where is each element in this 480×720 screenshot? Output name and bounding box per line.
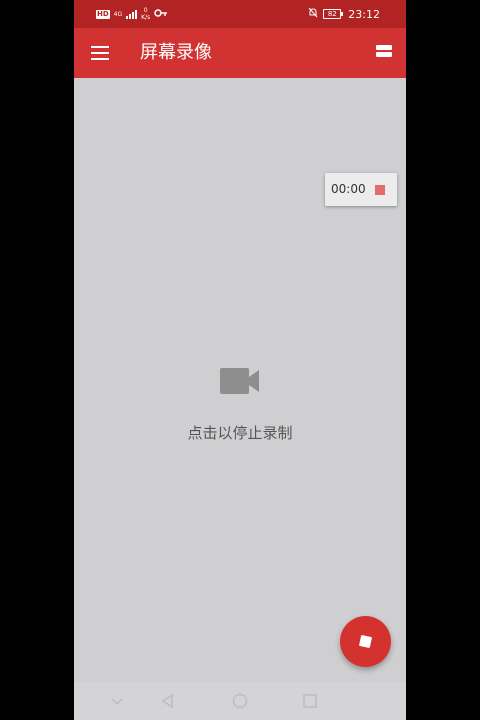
signal-strength-icon xyxy=(126,9,138,19)
nav-recents-button[interactable] xyxy=(301,692,319,710)
chevron-down-icon xyxy=(111,698,123,706)
status-right-group: 82 23:12 xyxy=(308,6,380,22)
floating-timer[interactable]: 00:00 xyxy=(325,173,397,206)
back-triangle-icon xyxy=(161,693,173,709)
battery-tip xyxy=(341,12,344,16)
net-speed-value: 0 xyxy=(143,7,148,14)
layout-toggle-icon xyxy=(376,45,392,50)
nav-hide-button[interactable] xyxy=(108,692,126,710)
home-circle-icon xyxy=(232,693,248,709)
nav-back-button[interactable] xyxy=(159,692,177,710)
video-camera-icon xyxy=(220,368,260,394)
hamburger-menu-icon xyxy=(91,46,109,48)
layout-toggle-icon-bottom xyxy=(376,52,392,57)
mute-bell-icon xyxy=(308,7,318,21)
battery-level: 82 xyxy=(323,9,342,19)
app-bar: 屏幕录像 xyxy=(74,28,406,78)
recents-square-icon xyxy=(303,694,317,708)
layout-toggle-button[interactable] xyxy=(376,45,392,59)
hamburger-menu-icon-line xyxy=(91,52,109,54)
navigation-bar xyxy=(74,682,406,720)
timer-elapsed: 00:00 xyxy=(331,182,366,196)
key-icon xyxy=(154,8,168,21)
hamburger-menu-icon-line xyxy=(91,58,109,60)
hd-badge: HD xyxy=(96,9,110,19)
battery-icon: 82 xyxy=(323,9,344,19)
stop-recording-hint[interactable]: 点击以停止录制 xyxy=(74,423,406,443)
menu-button[interactable] xyxy=(88,41,112,65)
net-speed: 0 K/s xyxy=(141,7,150,21)
app-title: 屏幕录像 xyxy=(140,42,212,63)
network-type-label: 4G xyxy=(113,10,123,18)
stop-recording-fab[interactable] xyxy=(340,616,391,667)
net-speed-unit: K/s xyxy=(141,14,151,21)
status-bar: HD 4G 0 K/s 82 23:12 xyxy=(74,0,406,28)
phone-screen: HD 4G 0 K/s 82 23:12 屏幕录像 00:00 点击以停止录制 xyxy=(74,0,406,720)
status-time: 23:12 xyxy=(348,7,380,21)
nav-home-button[interactable] xyxy=(231,692,249,710)
timer-stop-icon[interactable] xyxy=(375,185,385,195)
status-left-group: HD 4G 0 K/s xyxy=(96,6,168,22)
stop-square-icon xyxy=(358,634,373,649)
